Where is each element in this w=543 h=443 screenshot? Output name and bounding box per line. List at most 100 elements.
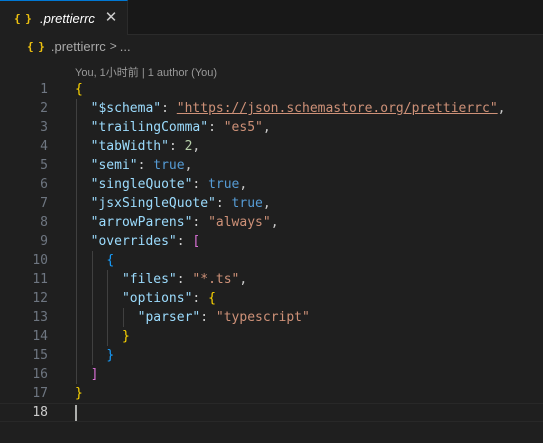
line-number: 9 xyxy=(40,234,48,249)
code-token: , xyxy=(239,272,248,287)
code-token: "options" xyxy=(121,291,193,306)
tab-label: .prettierrc xyxy=(40,10,95,26)
code-token: { xyxy=(208,291,216,306)
indent-guide xyxy=(76,137,77,156)
code-token: } xyxy=(106,348,115,363)
code-line[interactable]: 3 "trailingComma": "es5", xyxy=(0,118,543,137)
code-line[interactable]: 14} xyxy=(0,327,543,346)
indent-guide xyxy=(76,251,77,270)
indent-guide xyxy=(92,251,93,270)
indent-guide xyxy=(76,213,77,232)
code-token: : xyxy=(176,272,193,287)
json-file-icon: { } xyxy=(27,39,45,53)
indent-guide xyxy=(76,365,77,384)
indent-guide xyxy=(76,289,77,308)
code-content: "tabWidth": 2, xyxy=(91,137,201,156)
indent-guide xyxy=(92,346,93,365)
code-token: : xyxy=(208,120,224,135)
indent-guide xyxy=(76,308,77,327)
code-line[interactable]: 2 "$schema": "https://json.schemastore.or… xyxy=(0,99,543,118)
code-token: , xyxy=(192,139,201,154)
code-editor[interactable]: 1{2 "$schema": "https://json.schemastore.… xyxy=(0,80,543,443)
code-token: { xyxy=(106,253,115,268)
code-line[interactable]: 1{ xyxy=(0,80,543,99)
indent-guide xyxy=(76,156,77,175)
code-content: ] xyxy=(91,365,99,384)
code-content: "semi": true, xyxy=(91,156,193,175)
text-cursor xyxy=(75,405,77,421)
breadcrumb-more[interactable]: ... xyxy=(120,39,131,54)
code-line[interactable]: 5 "semi": true, xyxy=(0,156,543,175)
codelens-blame[interactable]: You, 1小时前 | 1 author (You) xyxy=(75,64,217,80)
line-number: 2 xyxy=(40,101,48,116)
code-content: } xyxy=(122,327,130,346)
tab-bar: { } .prettierrc ✕ xyxy=(0,0,543,35)
code-token: "*.ts" xyxy=(192,272,240,287)
code-token: "jsxSingleQuote" xyxy=(90,196,216,211)
code-token: "semi" xyxy=(90,158,138,173)
close-icon[interactable]: ✕ xyxy=(103,10,119,26)
code-content: "trailingComma": "es5", xyxy=(91,118,271,137)
code-token: "es5" xyxy=(223,120,263,135)
code-token: [ xyxy=(192,234,201,249)
line-number: 5 xyxy=(40,158,48,173)
code-line[interactable]: 10 { xyxy=(0,251,543,270)
line-number: 17 xyxy=(32,386,48,401)
code-line[interactable]: 11 "files": "*.ts", xyxy=(0,270,543,289)
code-line[interactable]: 16] xyxy=(0,365,543,384)
code-line[interactable]: 9 "overrides": [ xyxy=(0,232,543,251)
code-token: : xyxy=(161,101,177,116)
indent-guide xyxy=(76,270,77,289)
code-line[interactable]: 7 "jsxSingleQuote": true, xyxy=(0,194,543,213)
code-token: , xyxy=(270,215,279,230)
line-number: 7 xyxy=(40,196,48,211)
line-number: 16 xyxy=(32,367,48,382)
breadcrumb: { } .prettierrc > ... xyxy=(0,35,543,57)
code-token: "always" xyxy=(208,215,271,230)
code-line[interactable]: 17} xyxy=(0,384,543,403)
code-token: , xyxy=(184,158,193,173)
code-token: "$schema" xyxy=(90,101,162,116)
code-content: { xyxy=(106,251,114,270)
breadcrumb-file[interactable]: .prettierrc xyxy=(51,39,106,54)
indent-guide xyxy=(76,99,77,118)
code-token: { xyxy=(75,82,83,97)
line-number: 10 xyxy=(32,253,48,268)
code-token: "parser" xyxy=(137,310,201,325)
line-number: 13 xyxy=(32,310,48,325)
code-content: "parser": "typescript" xyxy=(138,308,310,327)
code-content: { xyxy=(75,80,83,99)
indent-guide xyxy=(107,308,108,327)
code-content: } xyxy=(106,346,114,365)
code-token: "overrides" xyxy=(90,234,177,249)
code-line[interactable]: 4 "tabWidth": 2, xyxy=(0,137,543,156)
code-content: "$schema": "https://json.schemastore.org… xyxy=(91,99,506,118)
indent-guide xyxy=(107,270,108,289)
code-token: , xyxy=(239,177,248,192)
code-content: "overrides": [ xyxy=(91,232,201,251)
json-file-icon: { } xyxy=(14,11,32,25)
indent-guide xyxy=(92,270,93,289)
indent-guide xyxy=(107,327,108,346)
code-token: } xyxy=(121,329,130,344)
line-number: 1 xyxy=(40,82,48,97)
line-number: 8 xyxy=(40,215,48,230)
code-token: } xyxy=(75,386,83,401)
code-token: : xyxy=(176,234,193,249)
code-token: : xyxy=(192,215,209,230)
code-line[interactable]: 8 "arrowParens": "always", xyxy=(0,213,543,232)
code-line[interactable]: 13 "parser": "typescript" xyxy=(0,308,543,327)
code-token[interactable]: "https://json.schemastore.org/prettierrc… xyxy=(177,101,498,116)
code-line[interactable]: 18 xyxy=(0,403,543,422)
indent-guide xyxy=(76,327,77,346)
code-line[interactable]: 15} xyxy=(0,346,543,365)
code-token: true xyxy=(231,196,263,211)
code-line[interactable]: 6 "singleQuote": true, xyxy=(0,175,543,194)
line-number: 11 xyxy=(32,272,48,287)
indent-guide xyxy=(76,232,77,251)
tab-prettierrc[interactable]: { } .prettierrc ✕ xyxy=(0,0,128,35)
indent-guide xyxy=(76,346,77,365)
chevron-right-icon: > xyxy=(109,39,117,53)
code-token: "singleQuote" xyxy=(90,177,193,192)
code-line[interactable]: 12 "options": { xyxy=(0,289,543,308)
